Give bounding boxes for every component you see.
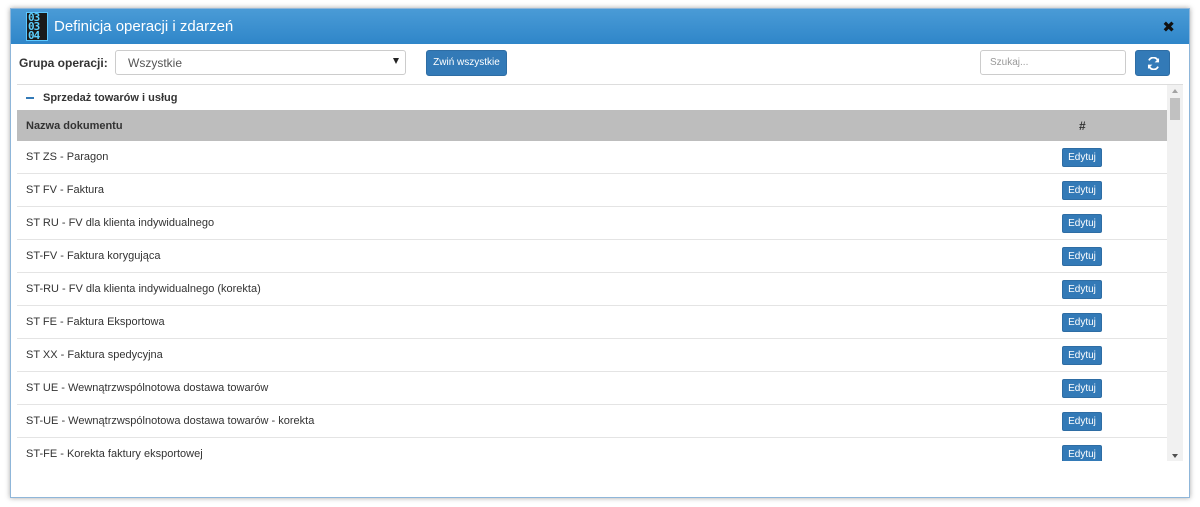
close-icon[interactable]: ✖ (1162, 18, 1175, 36)
column-header-action: # (1079, 119, 1086, 133)
table-body: ST ZS - Paragon Edytuj ST FV - Faktura E… (17, 141, 1167, 461)
edit-button[interactable]: Edytuj (1062, 148, 1102, 167)
chevron-down-icon (393, 58, 399, 64)
group-header[interactable]: Sprzedaż towarów i usług (17, 85, 1167, 110)
column-header-name: Nazwa dokumentu (26, 120, 123, 132)
scroll-down-arrow-icon[interactable] (1172, 454, 1178, 458)
vertical-scrollbar[interactable] (1167, 85, 1183, 461)
document-name: ST RU - FV dla klienta indywidualnego (26, 217, 215, 229)
digital-clock-icon: 03 03 04 (26, 12, 48, 41)
dialog-title: Definicja operacji i zdarzeń (54, 18, 234, 35)
table-row: ST FV - Faktura Edytuj (17, 174, 1167, 207)
collapse-minus-icon[interactable] (26, 97, 34, 99)
document-name: ST UE - Wewnątrzwspólnotowa dostawa towa… (26, 382, 269, 394)
edit-button[interactable]: Edytuj (1062, 181, 1102, 200)
document-name: ST-FV - Faktura korygująca (26, 250, 161, 262)
table-row: ST XX - Faktura spedycyjna Edytuj (17, 339, 1167, 372)
document-name: ST-FE - Korekta faktury eksportowej (26, 448, 203, 460)
edit-button[interactable]: Edytuj (1062, 313, 1102, 332)
table-row: ST-RU - FV dla klienta indywidualnego (k… (17, 273, 1167, 306)
refresh-icon (1147, 57, 1160, 70)
table-row: ST RU - FV dla klienta indywidualnego Ed… (17, 207, 1167, 240)
group-select-label: Grupa operacji: (19, 56, 108, 70)
table-row: ST-UE - Wewnątrzwspólnotowa dostawa towa… (17, 405, 1167, 438)
document-name: ST FV - Faktura (26, 184, 105, 196)
toolbar: Grupa operacji: Wszystkie Zwiń wszystkie (11, 44, 1189, 84)
document-name: ST-UE - Wewnątrzwspólnotowa dostawa towa… (26, 415, 315, 427)
edit-button[interactable]: Edytuj (1062, 247, 1102, 266)
group-select[interactable]: Wszystkie (115, 50, 406, 75)
table-row: ST-FV - Faktura korygująca Edytuj (17, 240, 1167, 273)
edit-button[interactable]: Edytuj (1062, 346, 1102, 365)
edit-button[interactable]: Edytuj (1062, 379, 1102, 398)
document-name: ST ZS - Paragon (26, 151, 109, 163)
edit-button[interactable]: Edytuj (1062, 412, 1102, 431)
search-input[interactable] (980, 50, 1126, 75)
scrollbar-thumb[interactable] (1170, 98, 1180, 120)
dialog-window: 03 03 04 Definicja operacji i zdarzeń ✖ … (10, 8, 1190, 498)
refresh-button[interactable] (1135, 50, 1170, 76)
dialog-titlebar[interactable]: 03 03 04 Definicja operacji i zdarzeń ✖ (11, 9, 1189, 44)
table-row: ST FE - Faktura Eksportowa Edytuj (17, 306, 1167, 339)
table-header: Nazwa dokumentu # (17, 110, 1167, 141)
document-name: ST FE - Faktura Eksportowa (26, 316, 165, 328)
document-name: ST-RU - FV dla klienta indywidualnego (k… (26, 283, 261, 295)
edit-button[interactable]: Edytuj (1062, 280, 1102, 299)
document-list-panel: Sprzedaż towarów i usług Nazwa dokumentu… (17, 84, 1183, 461)
group-title: Sprzedaż towarów i usług (43, 92, 178, 104)
table-row: ST ZS - Paragon Edytuj (17, 141, 1167, 174)
app-icon-digit-3: 04 (28, 29, 40, 42)
collapse-all-button[interactable]: Zwiń wszystkie (426, 50, 507, 76)
table-row: ST UE - Wewnątrzwspólnotowa dostawa towa… (17, 372, 1167, 405)
edit-button[interactable]: Edytuj (1062, 214, 1102, 233)
scroll-up-arrow-icon[interactable] (1172, 89, 1178, 93)
edit-button[interactable]: Edytuj (1062, 445, 1102, 461)
document-name: ST XX - Faktura spedycyjna (26, 349, 163, 361)
group-select-value: Wszystkie (128, 56, 182, 70)
table-row: ST-FE - Korekta faktury eksportowej Edyt… (17, 438, 1167, 461)
